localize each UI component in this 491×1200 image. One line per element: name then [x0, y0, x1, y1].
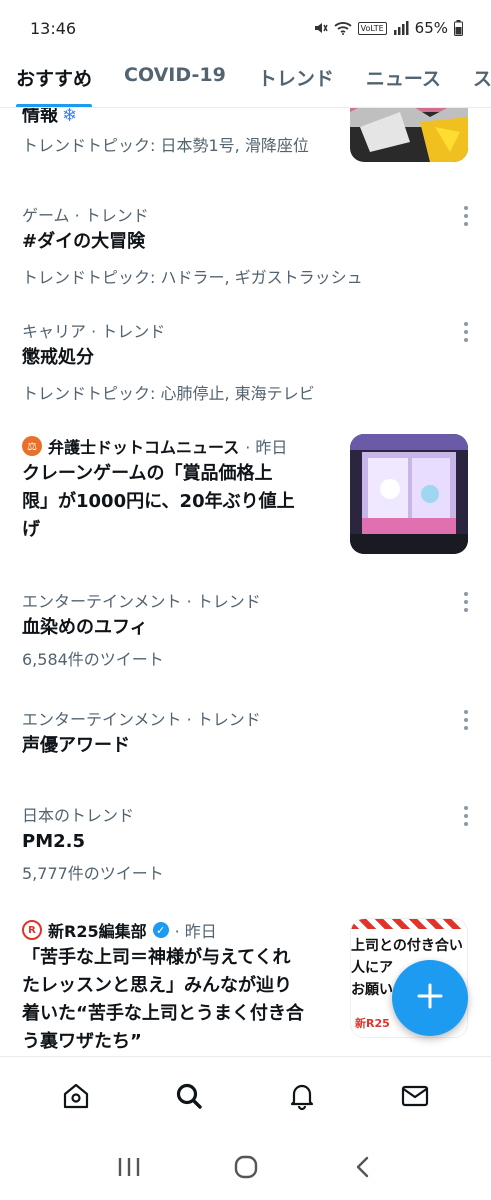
trend-title: #ダイの大冒険 — [22, 231, 146, 252]
compose-button[interactable] — [392, 960, 468, 1036]
trend-category: キャリア · トレンド — [22, 322, 166, 341]
more-options-icon[interactable] — [463, 592, 469, 612]
more-options-icon[interactable] — [463, 322, 469, 342]
tab-recommended[interactable]: おすすめ — [0, 56, 108, 107]
news-headline: クレーンゲームの「賞品価格上 限」が1000円に、20年ぶり値上 げ — [22, 460, 322, 544]
trend-category: 日本のトレンド — [22, 806, 135, 825]
trend-subtitle: トレンドトピック: ハドラー, ギガストラッシュ — [22, 268, 363, 287]
battery-percent: 65% — [414, 19, 448, 37]
status-icons: VoLTE 65% — [312, 19, 463, 37]
source-name: 新R25編集部 — [48, 922, 147, 941]
news-headline-line: げ — [22, 519, 40, 540]
more-options-icon[interactable] — [463, 806, 469, 826]
nav-home-button[interactable] — [46, 1068, 106, 1128]
source-time: · 昨日 — [245, 438, 288, 457]
wifi-icon — [334, 21, 352, 35]
trend-title: PM2.5 — [22, 831, 85, 852]
android-navigation-bar — [0, 1138, 491, 1200]
news-source: R 新R25編集部 ✓ · 昨日 — [22, 918, 217, 942]
source-time: · 昨日 — [174, 922, 217, 941]
trend-title: 声優アワード — [22, 735, 130, 756]
tab-news[interactable]: ニュース — [350, 56, 457, 107]
android-home-button[interactable] — [216, 1144, 276, 1194]
android-back-button[interactable] — [333, 1144, 393, 1194]
nav-explore-button[interactable] — [159, 1068, 219, 1128]
trend-item[interactable]: エンターテインメント · トレンド 血染めのユフィ 6,584件のツイート — [0, 584, 491, 680]
explore-feed: 情報 ❄ トレンドトピック: 日本勢1号, 滑降座位 ゲーム · トレンド #ダ… — [0, 108, 491, 1056]
home-circle-icon — [233, 1154, 259, 1184]
thumb-text: 上司との付き合い — [351, 938, 463, 954]
messages-envelope-icon — [400, 1081, 430, 1115]
verified-badge-icon: ✓ — [152, 922, 169, 938]
news-thumbnail — [350, 434, 468, 554]
trend-item-partial[interactable]: 情報 ❄ トレンドトピック: 日本勢1号, 滑降座位 — [0, 108, 491, 172]
trend-title: 情報 — [22, 108, 58, 126]
trend-item[interactable]: エンターテインメント · トレンド 声優アワード — [0, 702, 491, 772]
news-source: ⚖ 弁護士ドットコムニュース · 昨日 — [22, 434, 287, 458]
news-headline: 「苦手な上司＝神様が与えてくれ たレッスンと思え」みんなが辿り 着いた“苦手な上… — [22, 944, 332, 1056]
trend-title: 懲戒処分 — [22, 347, 94, 368]
search-icon — [174, 1081, 204, 1115]
more-options-icon[interactable] — [463, 710, 469, 730]
trend-subtitle: 6,584件のツイート — [22, 650, 164, 669]
source-name: 弁護士ドットコムニュース — [48, 438, 240, 457]
trend-category: エンターテインメント · トレンド — [22, 592, 261, 611]
home-icon — [61, 1081, 91, 1115]
trend-title: 血染めのユフィ — [22, 617, 148, 638]
news-headline-line: 「苦手な上司＝神様が与えてくれ — [22, 947, 291, 968]
trend-subtitle: 5,777件のツイート — [22, 864, 164, 883]
back-icon — [353, 1155, 373, 1183]
thumb-brand: 新R25 — [355, 1017, 390, 1030]
trend-subtitle: トレンドトピック: 日本勢1号, 滑降座位 — [22, 136, 309, 155]
news-headline-line: 着いた“苦手な上司とうまく付き合 — [22, 1003, 304, 1024]
battery-icon — [454, 20, 463, 36]
tab-sports[interactable]: ス — [457, 56, 491, 107]
news-headline-line: う裏ワザたち” — [22, 1031, 142, 1052]
nav-messages-button[interactable] — [385, 1068, 445, 1128]
compose-plus-icon — [416, 982, 444, 1014]
source-avatar: ⚖ — [22, 436, 42, 456]
snowflake-icon: ❄ — [62, 108, 78, 126]
notifications-bell-icon — [287, 1081, 317, 1115]
trend-item[interactable]: キャリア · トレンド 懲戒処分 トレンドトピック: 心肺停止, 東海テレビ — [0, 312, 491, 412]
status-bar: 13:46 VoLTE 65% — [0, 0, 491, 56]
mute-icon — [312, 20, 328, 36]
news-headline-line: クレーンゲームの「賞品価格上 — [22, 463, 273, 484]
news-item[interactable]: ⚖ 弁護士ドットコムニュース · 昨日 クレーンゲームの「賞品価格上 限」が10… — [0, 430, 491, 560]
more-options-icon[interactable] — [463, 206, 469, 226]
trend-thumbnail — [350, 108, 468, 162]
source-avatar: R — [22, 920, 42, 940]
news-headline-line: 限」が1000円に、20年ぶり値上 — [22, 491, 295, 512]
trend-subtitle: トレンドトピック: 心肺停止, 東海テレビ — [22, 384, 315, 403]
trend-item[interactable]: 日本のトレンド PM2.5 5,777件のツイート — [0, 800, 491, 896]
bottom-navigation — [0, 1056, 491, 1138]
news-headline-line: たレッスンと思え」みんなが辿り — [22, 975, 292, 996]
nav-notifications-button[interactable] — [272, 1068, 332, 1128]
volte-icon: VoLTE — [357, 21, 387, 35]
status-time: 13:46 — [30, 18, 77, 38]
signal-icon — [393, 21, 409, 35]
trend-category: エンターテインメント · トレンド — [22, 710, 261, 729]
trend-item[interactable]: ゲーム · トレンド #ダイの大冒険 トレンドトピック: ハドラー, ギガストラ… — [0, 196, 491, 296]
android-recents-button[interactable] — [99, 1144, 159, 1194]
trend-category: ゲーム · トレンド — [22, 206, 149, 225]
explore-tabs: おすすめ COVID-19 トレンド ニュース ス — [0, 56, 491, 108]
recents-icon — [117, 1156, 141, 1182]
tab-trends[interactable]: トレンド — [242, 56, 350, 107]
tab-covid19[interactable]: COVID-19 — [108, 56, 242, 107]
